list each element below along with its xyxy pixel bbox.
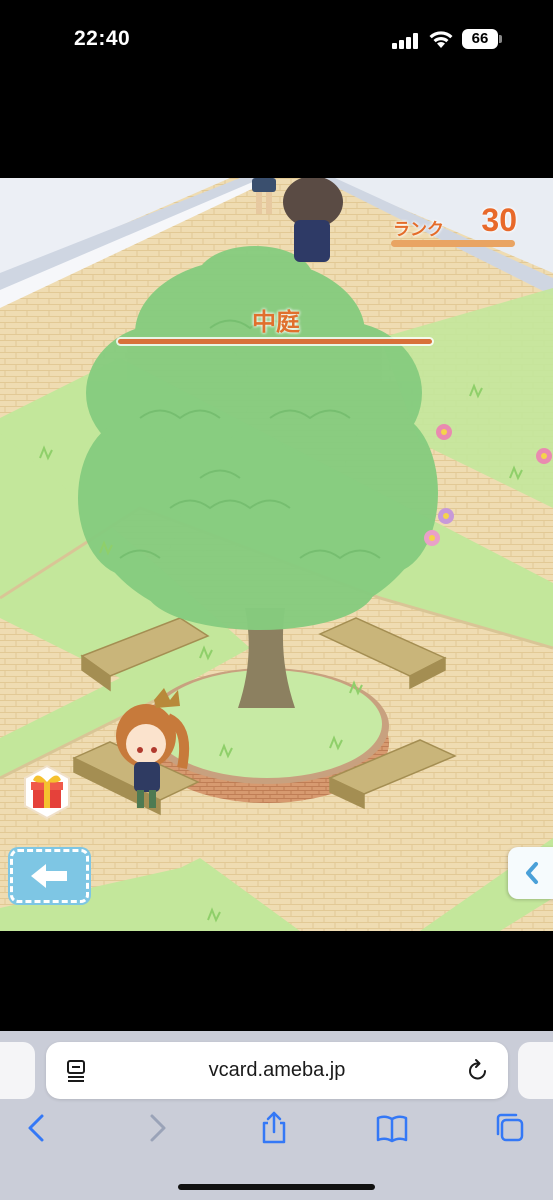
side-menu-tab[interactable] (508, 847, 553, 899)
cellular-signal-icon (392, 33, 418, 49)
forward-icon[interactable] (138, 1110, 174, 1146)
rank-label: ランク (393, 220, 444, 239)
left-arrow-icon (31, 864, 67, 888)
url-text: vcard.ameba.jp (208, 1059, 346, 1081)
wifi-icon (429, 31, 453, 48)
screen: 22:40 66 ランク 30 中庭 vcard.ameba.jp (0, 0, 553, 1200)
home-indicator (178, 1184, 375, 1190)
back-icon[interactable] (20, 1110, 56, 1146)
previous-tab-preview[interactable] (0, 1042, 35, 1099)
tabs-icon[interactable] (492, 1110, 528, 1146)
rank-progress-bar (391, 240, 515, 247)
rank-progress-fill (391, 240, 515, 247)
location-title: 中庭 (252, 309, 300, 336)
rank-indicator: ランク 30 (389, 202, 519, 250)
chevron-left-icon (526, 862, 538, 884)
reload-icon[interactable] (466, 1058, 490, 1082)
address-bar[interactable]: vcard.ameba.jp (46, 1042, 508, 1099)
rank-value: 30 (481, 202, 517, 238)
battery-icon: 66 (462, 29, 502, 49)
share-icon[interactable] (256, 1110, 292, 1146)
gift-icon[interactable] (22, 764, 72, 820)
location-divider (118, 339, 432, 344)
status-time: 22:40 (74, 27, 131, 50)
courtyard-scene (0, 178, 553, 931)
bookmarks-icon[interactable] (374, 1110, 410, 1146)
next-tab-preview[interactable] (518, 1042, 553, 1099)
status-bar: 22:40 66 (0, 0, 553, 178)
game-canvas[interactable]: ランク 30 中庭 (0, 178, 553, 931)
back-button[interactable] (10, 849, 89, 903)
browser-chrome: vcard.ameba.jp (0, 1031, 553, 1200)
battery-level: 66 (462, 29, 498, 49)
